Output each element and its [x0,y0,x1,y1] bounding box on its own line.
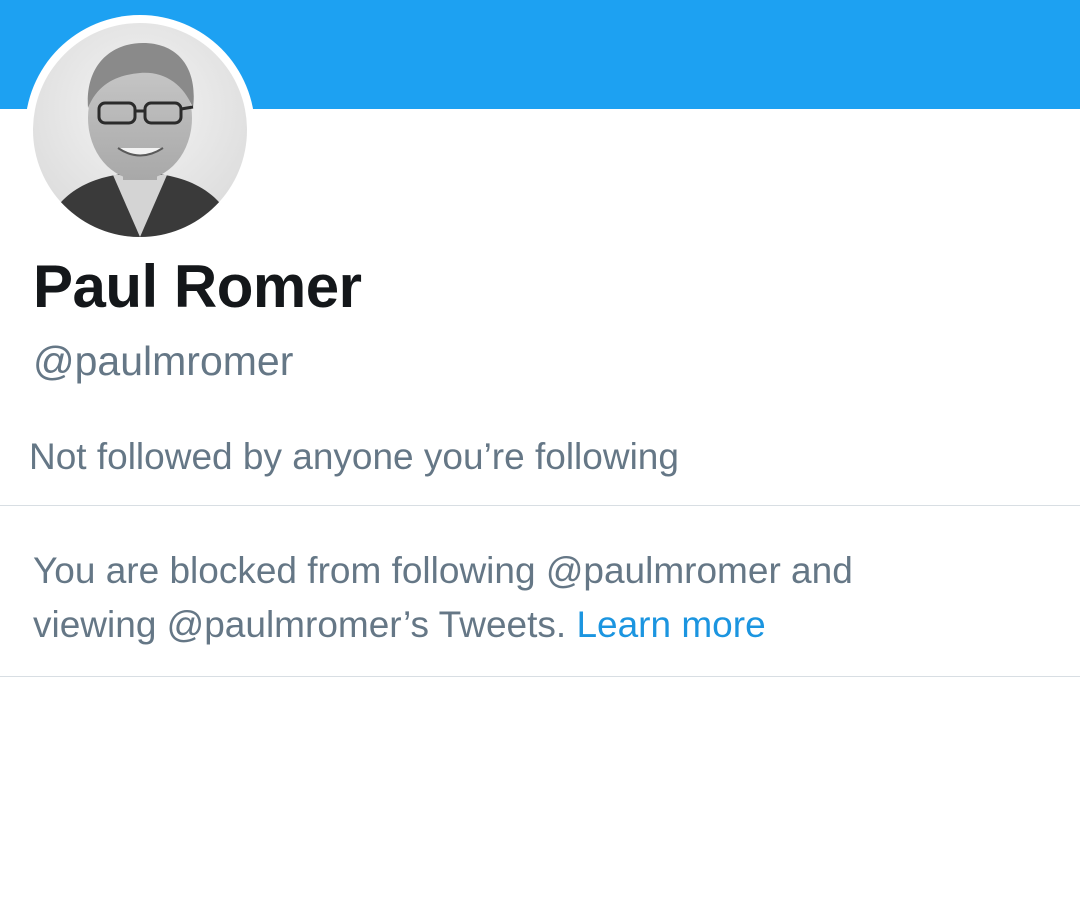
avatar-photo [33,23,247,237]
profile-handle: @paulmromer [33,338,294,384]
profile-avatar[interactable] [25,15,255,245]
section-divider [0,676,1080,677]
learn-more-link[interactable]: Learn more [576,604,765,645]
blocked-notice-line-2: viewing @paulmromer’s Tweets. Learn more [33,598,1043,652]
blocked-notice-line-1: You are blocked from following @paulmrom… [33,550,853,591]
followers-you-know-note: Not followed by anyone you’re following [29,436,679,477]
blocked-notice: You are blocked from following @paulmrom… [33,544,1043,652]
profile-name: Paul Romer [33,253,362,320]
section-divider [0,505,1080,506]
blocked-notice-line-2-text: viewing @paulmromer’s Tweets. [33,604,567,645]
